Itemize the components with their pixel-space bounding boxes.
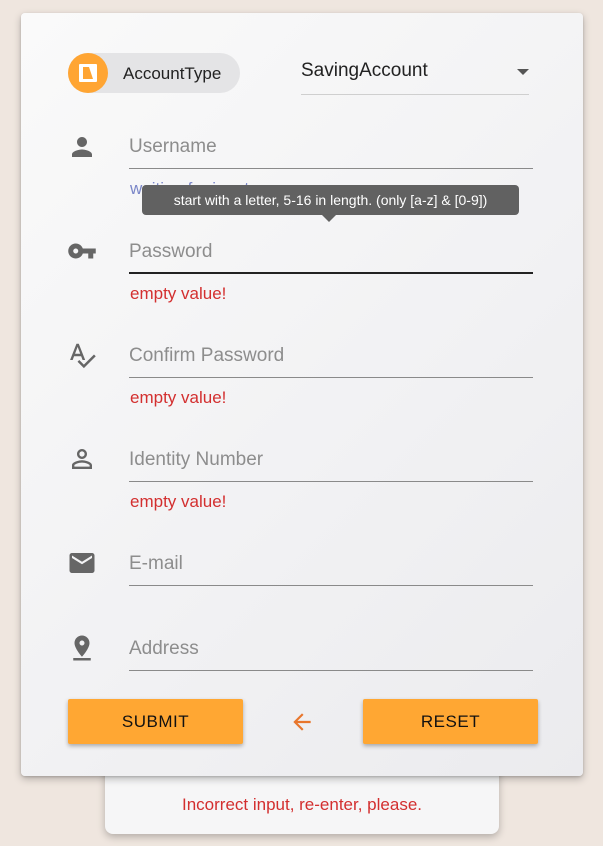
person-icon	[67, 132, 97, 162]
email-icon	[67, 548, 97, 578]
registration-form: AccountType SavingAccount waiting for in…	[21, 13, 583, 776]
toast-message: Incorrect input, re-enter, please.	[181, 795, 423, 814]
confirm-password-error: empty value!	[130, 388, 227, 407]
email-input[interactable]	[129, 550, 533, 578]
username-tooltip: start with a letter, 5-16 in length. (on…	[142, 185, 519, 222]
identity-number-field[interactable]	[129, 438, 533, 482]
account-type-chip[interactable]: AccountType	[68, 53, 240, 93]
person-outline-icon	[67, 444, 97, 474]
dropdown-caret-icon	[517, 69, 529, 75]
account-type-select[interactable]: SavingAccount	[301, 57, 529, 95]
spellcheck-icon	[67, 340, 97, 370]
address-input[interactable]	[129, 635, 533, 663]
identity-number-input[interactable]	[129, 446, 533, 474]
email-field[interactable]	[129, 542, 533, 586]
confirm-password-input[interactable]	[129, 342, 533, 370]
submit-button[interactable]: SUBMIT	[68, 699, 243, 744]
account-type-icon	[68, 53, 108, 93]
username-input[interactable]	[129, 133, 533, 161]
identity-number-error: empty value!	[130, 492, 227, 511]
account-type-label: AccountType	[123, 64, 222, 83]
arrow-back-icon[interactable]	[289, 709, 315, 735]
password-error: empty value!	[130, 284, 227, 303]
username-field[interactable]	[129, 125, 533, 169]
reset-button[interactable]: RESET	[363, 699, 538, 744]
password-field[interactable]	[129, 230, 533, 274]
password-input[interactable]	[129, 238, 533, 266]
address-field[interactable]	[129, 627, 533, 671]
account-type-value: SavingAccount	[301, 60, 428, 81]
place-icon	[67, 633, 97, 663]
key-icon	[67, 236, 97, 266]
confirm-password-field[interactable]	[129, 334, 533, 378]
